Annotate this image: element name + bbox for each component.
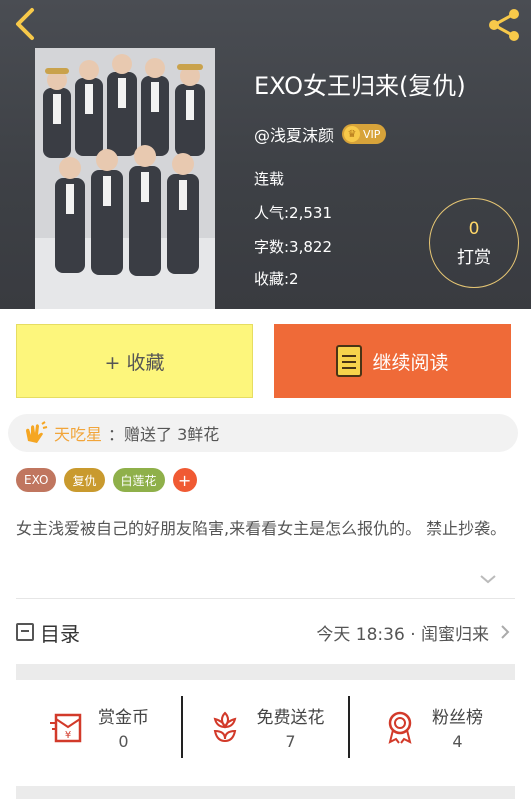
tag-item[interactable]: EXO — [16, 468, 57, 492]
book-intro: 女主浅爱被自己的好朋友陷害,来看看女主是怎么报仇的。 禁止抄袭。 — [16, 519, 507, 538]
book-cover-image — [35, 48, 215, 309]
crown-icon: ♛ — [344, 126, 361, 142]
clap-icon — [26, 421, 48, 443]
stat-free-flowers[interactable]: 免费送花 7 — [183, 694, 348, 760]
book-icon — [336, 345, 363, 377]
catalog-row[interactable]: 目录 今天 18:36 · 闺蜜归来 — [16, 612, 515, 652]
flower-icon — [213, 711, 236, 743]
tag-item[interactable]: 白莲花 — [112, 468, 165, 492]
stat-value: 4 — [452, 732, 463, 751]
vip-badge: ♛ VIP — [342, 124, 387, 144]
chevron-right-icon — [501, 625, 510, 639]
tag-item[interactable]: 复仇 — [64, 468, 105, 492]
continue-reading-label: 继续阅读 — [372, 351, 449, 374]
book-word-count: 字数:3,822 — [254, 238, 332, 256]
author-row[interactable]: @浅夏沫颜 ♛ VIP — [254, 122, 387, 146]
stat-label: 免费送花 — [256, 708, 325, 728]
latest-chapter[interactable]: 今天 18:36 · 闺蜜归来 — [316, 620, 489, 645]
stat-label: 赏金币 — [98, 708, 149, 728]
author-name[interactable]: @浅夏沫颜 — [254, 122, 334, 146]
chevron-down-icon[interactable] — [478, 572, 498, 586]
svg-text:¥: ¥ — [65, 730, 71, 741]
collect-button-label: + 收藏 — [104, 351, 165, 374]
stats-row: ¥ 赏金币 0 免费送花 7 粉丝榜 4 — [16, 694, 515, 760]
book-status: 连载 — [254, 170, 285, 188]
catalog-title: 目录 — [40, 621, 80, 646]
book-popularity: 人气:2,531 — [254, 204, 332, 222]
vip-label: VIP — [363, 127, 381, 141]
back-arrow-icon[interactable] — [8, 4, 42, 44]
reward-label: 打赏 — [457, 247, 491, 268]
stat-fan-ranking[interactable]: 粉丝榜 4 — [350, 694, 515, 760]
gift-notice[interactable]: 天吃星 ：赠送了 3鲜花 — [8, 414, 518, 452]
list-icon — [16, 623, 34, 641]
continue-reading-button[interactable]: 继续阅读 — [274, 324, 511, 398]
book-title: EXO女王归来(复仇) — [254, 72, 466, 100]
book-header: EXO女王归来(复仇) @浅夏沫颜 ♛ VIP 连载 人气:2,531 字数:3… — [0, 0, 531, 309]
stat-value: 7 — [285, 732, 296, 751]
ribbon-medal-icon — [388, 711, 412, 744]
gift-message: ：赠送了 3鲜花 — [108, 425, 220, 444]
share-icon[interactable] — [485, 6, 523, 44]
reward-button[interactable]: 0 打赏 — [429, 198, 519, 288]
red-envelope-icon: ¥ — [50, 713, 82, 743]
section-separator — [16, 664, 515, 680]
book-cover[interactable] — [35, 48, 215, 309]
tag-list: EXO 复仇 白莲花 + — [16, 468, 197, 492]
stat-label: 粉丝榜 — [432, 708, 483, 728]
section-separator — [16, 786, 515, 799]
stat-value: 0 — [118, 732, 129, 751]
reward-count: 0 — [468, 218, 480, 239]
add-tag-button[interactable]: + — [172, 468, 197, 492]
book-favorites: 收藏:2 — [254, 270, 299, 288]
stat-gold-coins[interactable]: ¥ 赏金币 0 — [16, 694, 181, 760]
gift-user[interactable]: 天吃星 — [54, 421, 102, 445]
collect-button[interactable]: + 收藏 — [16, 324, 253, 398]
divider — [16, 598, 515, 599]
